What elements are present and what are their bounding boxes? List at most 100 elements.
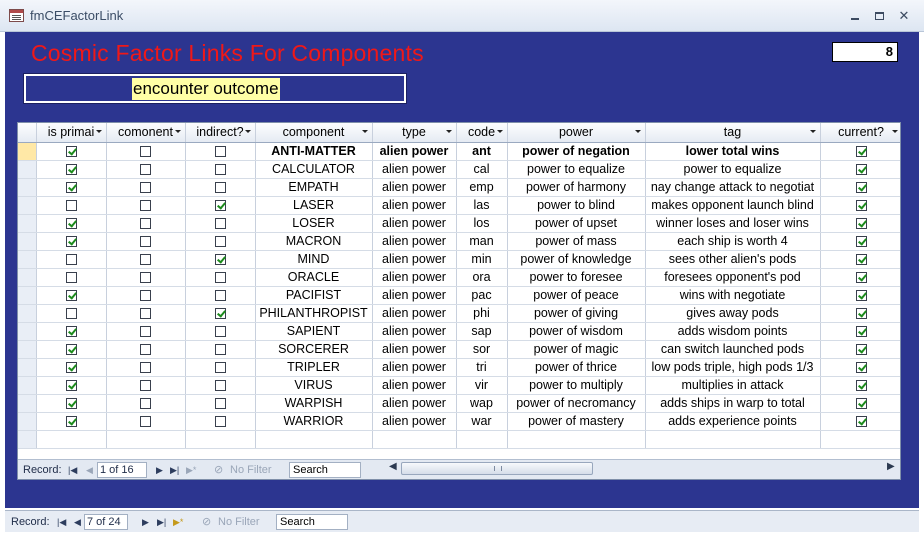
- last-record-icon[interactable]: ▶|: [157, 515, 166, 529]
- component-cell[interactable]: VIRUS: [255, 376, 373, 395]
- table-row[interactable]: MIND alien power min power of knowledge sees…: [18, 250, 900, 269]
- comonent-checkbox[interactable]: [140, 182, 151, 194]
- current-checkbox[interactable]: [855, 362, 867, 374]
- current-checkbox[interactable]: [855, 326, 867, 338]
- indirect-checkbox[interactable]: [214, 416, 226, 428]
- filter-icon[interactable]: ⊘: [214, 463, 223, 477]
- power-cell[interactable]: power of giving: [507, 304, 646, 323]
- comonent-checkbox[interactable]: [140, 290, 151, 302]
- current-record-input[interactable]: 1 of 16: [97, 462, 147, 478]
- indirect-checkbox[interactable]: [214, 182, 226, 194]
- power-cell[interactable]: power of negation: [507, 142, 646, 161]
- component-cell[interactable]: PACIFIST: [255, 286, 373, 305]
- indirect-checkbox[interactable]: [214, 344, 226, 356]
- is-primary-checkbox[interactable]: [65, 362, 77, 374]
- tag-cell[interactable]: nay change attack to negotiat: [645, 178, 821, 197]
- tag-cell[interactable]: lower total wins: [645, 142, 821, 161]
- table-row[interactable]: ANTI-MATTER alien power ant power of negati…: [18, 142, 900, 161]
- code-cell[interactable]: ora: [456, 268, 508, 287]
- type-cell[interactable]: alien power: [372, 304, 457, 323]
- record-selector[interactable]: [18, 286, 37, 305]
- empty-cell[interactable]: [645, 430, 821, 449]
- comonent-checkbox[interactable]: [140, 254, 151, 266]
- is-primary-checkbox[interactable]: [65, 308, 77, 320]
- type-cell[interactable]: alien power: [372, 376, 457, 395]
- record-selector[interactable]: [18, 178, 37, 197]
- comonent-checkbox[interactable]: [140, 326, 151, 338]
- component-cell[interactable]: MIND: [255, 250, 373, 269]
- table-row[interactable]: EMPATH alien power emp power of harmony nay …: [18, 178, 900, 197]
- is-primary-checkbox[interactable]: [65, 272, 77, 284]
- current-checkbox[interactable]: [855, 290, 867, 302]
- table-row[interactable]: WARPISH alien power wap power of necromancy…: [18, 394, 900, 413]
- empty-cell[interactable]: [36, 430, 107, 449]
- record-selector[interactable]: [18, 376, 37, 395]
- comonent-checkbox[interactable]: [140, 236, 151, 248]
- table-row[interactable]: PHILANTHROPIST alien power phi power of giv…: [18, 304, 900, 323]
- current-checkbox[interactable]: [855, 146, 867, 158]
- comonent-checkbox[interactable]: [140, 380, 151, 392]
- power-cell[interactable]: power of knowledge: [507, 250, 646, 269]
- table-row[interactable]: SORCERER alien power sor power of magic can …: [18, 340, 900, 359]
- record-selector[interactable]: [18, 160, 37, 179]
- code-cell[interactable]: cal: [456, 160, 508, 179]
- type-cell[interactable]: alien power: [372, 196, 457, 215]
- indirect-checkbox[interactable]: [214, 218, 226, 230]
- maximize-button[interactable]: [868, 6, 890, 26]
- component-cell[interactable]: EMPATH: [255, 178, 373, 197]
- column-header-power[interactable]: power: [507, 123, 646, 143]
- record-selector[interactable]: [18, 250, 37, 269]
- tag-cell[interactable]: sees other alien's pods: [645, 250, 821, 269]
- comonent-checkbox[interactable]: [140, 362, 151, 374]
- code-cell[interactable]: man: [456, 232, 508, 251]
- column-header-component[interactable]: component: [255, 123, 373, 143]
- record-selector[interactable]: [18, 142, 37, 161]
- empty-cell[interactable]: [185, 430, 256, 449]
- dropdown-arrow-icon[interactable]: [809, 130, 816, 133]
- table-row[interactable]: LOSER alien power los power of upset winner …: [18, 214, 900, 233]
- record-selector[interactable]: [18, 196, 37, 215]
- record-selector[interactable]: [18, 214, 37, 233]
- table-row[interactable]: TRIPLER alien power tri power of thrice low …: [18, 358, 900, 377]
- indirect-checkbox[interactable]: [214, 308, 226, 320]
- comonent-checkbox[interactable]: [140, 308, 151, 320]
- type-cell[interactable]: alien power: [372, 250, 457, 269]
- previous-record-icon[interactable]: ◀: [86, 463, 93, 477]
- dropdown-arrow-icon[interactable]: [496, 130, 503, 133]
- code-cell[interactable]: sor: [456, 340, 508, 359]
- indirect-checkbox[interactable]: [214, 164, 226, 176]
- comonent-checkbox[interactable]: [140, 164, 151, 176]
- type-cell[interactable]: alien power: [372, 412, 457, 431]
- is-primary-checkbox[interactable]: [65, 344, 77, 356]
- empty-cell[interactable]: [372, 430, 457, 449]
- new-record-row[interactable]: [18, 430, 900, 449]
- component-cell[interactable]: CALCULATOR: [255, 160, 373, 179]
- dropdown-arrow-icon[interactable]: [244, 130, 251, 133]
- is-primary-checkbox[interactable]: [65, 398, 77, 410]
- code-cell[interactable]: vir: [456, 376, 508, 395]
- previous-record-icon[interactable]: ◀: [74, 515, 81, 529]
- column-header-is-primary[interactable]: is primai: [36, 123, 107, 143]
- comonent-checkbox[interactable]: [140, 200, 151, 212]
- indirect-checkbox[interactable]: [214, 146, 226, 158]
- subform-horizontal-scrollbar[interactable]: ◀ ▶: [384, 459, 900, 479]
- power-cell[interactable]: power of necromancy: [507, 394, 646, 413]
- code-cell[interactable]: wap: [456, 394, 508, 413]
- power-cell[interactable]: power of peace: [507, 286, 646, 305]
- current-checkbox[interactable]: [855, 164, 867, 176]
- indirect-checkbox[interactable]: [214, 398, 226, 410]
- search-input[interactable]: Search: [289, 462, 361, 478]
- tag-cell[interactable]: wins with negotiate: [645, 286, 821, 305]
- comonent-checkbox[interactable]: [140, 344, 151, 356]
- power-cell[interactable]: power to blind: [507, 196, 646, 215]
- component-cell[interactable]: MACRON: [255, 232, 373, 251]
- code-cell[interactable]: war: [456, 412, 508, 431]
- indirect-checkbox[interactable]: [214, 272, 226, 284]
- tag-cell[interactable]: adds wisdom points: [645, 322, 821, 341]
- empty-cell[interactable]: [456, 430, 508, 449]
- comonent-checkbox[interactable]: [140, 398, 151, 410]
- current-checkbox[interactable]: [855, 236, 867, 248]
- is-primary-checkbox[interactable]: [65, 326, 77, 338]
- record-selector-header[interactable]: [18, 123, 37, 143]
- dropdown-arrow-icon[interactable]: [891, 130, 898, 133]
